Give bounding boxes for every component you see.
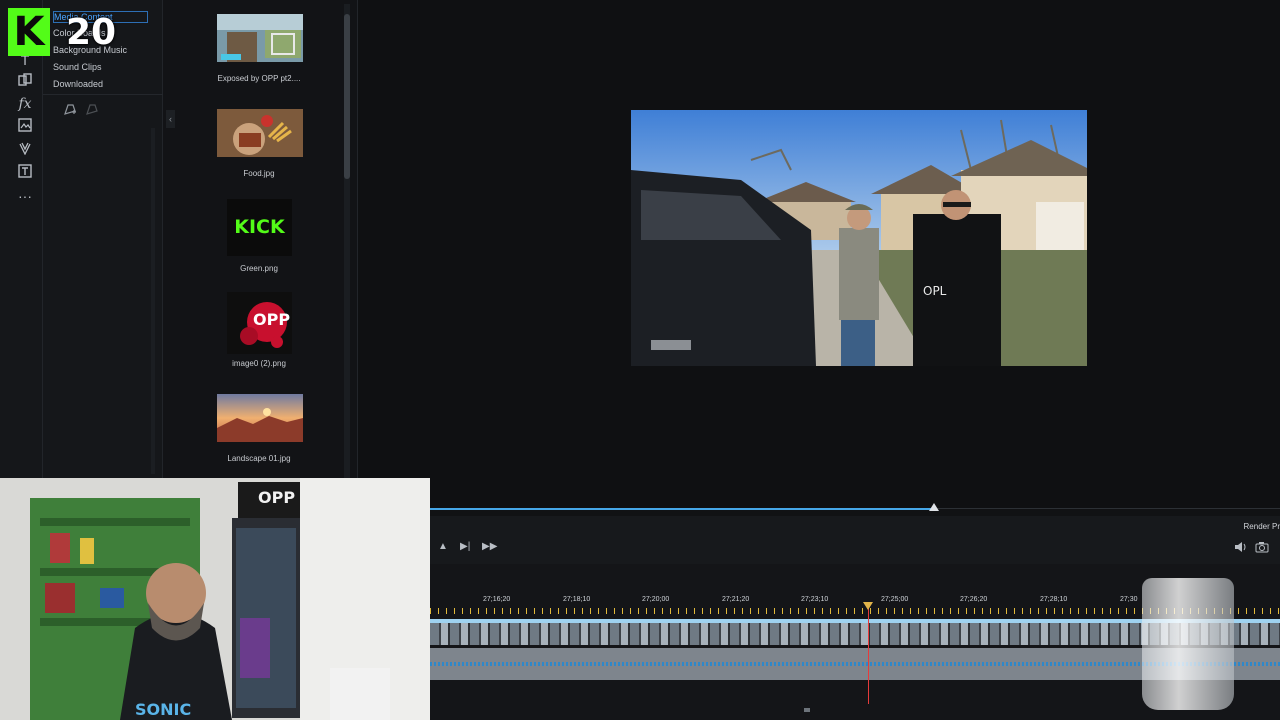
media-thumb-food[interactable] [217, 109, 303, 157]
media-label: image0 (2).png [232, 359, 286, 368]
media-thumb-green[interactable]: KICK [227, 199, 292, 256]
next-frame-icon[interactable]: ▶| [460, 541, 470, 552]
timecode-label: 27;26;20 [960, 596, 988, 603]
timecode-label: 27;18;10 [563, 596, 591, 603]
timecode-label: 27;28;10 [1040, 596, 1068, 603]
more-icon[interactable]: ··· [14, 186, 36, 206]
opp-logo-text: OPP [253, 310, 291, 329]
media-thumb-landscape[interactable] [217, 394, 303, 442]
kick-logo-icon: K [8, 8, 50, 56]
preview-scrub-track[interactable] [934, 508, 1280, 509]
particle-icon[interactable] [14, 140, 36, 160]
media-label: Food.jpg [243, 169, 275, 178]
snapshot-icon[interactable] [1255, 541, 1269, 556]
timecode-label: 27;30 [1120, 596, 1138, 603]
media-thumb-image0[interactable]: OPP [227, 292, 292, 354]
kick-follower-badge: K 20 [8, 8, 123, 56]
collapse-panel-button[interactable]: ‹ [166, 110, 175, 128]
media-label: Landscape 01.jpg [227, 454, 291, 463]
svg-text:OPL: OPL [923, 284, 947, 298]
timeline-playhead[interactable] [868, 608, 869, 704]
overlay-icon[interactable] [14, 117, 36, 137]
title-icon[interactable] [14, 163, 36, 183]
category-scrollbar[interactable] [151, 128, 155, 474]
follower-count: 20 [66, 12, 117, 53]
timeline-toolbar: Render Pr ▲ ▶| ▶▶ [430, 516, 1280, 564]
opp-sign-text: OPP [258, 488, 296, 507]
fx-icon[interactable]: fx [14, 94, 36, 114]
preview-scrub-progress[interactable] [430, 508, 934, 510]
add-tag-icon[interactable] [63, 102, 77, 119]
kick-logo-text: KICK [234, 216, 285, 238]
room-rail: T fx ··· [0, 0, 43, 478]
media-thumb-exposed-video[interactable] [217, 14, 303, 62]
volume-icon[interactable] [1234, 541, 1248, 556]
video-editor-window: T fx ··· Media Content Color Boards Back… [0, 0, 1280, 720]
shirt-text: SONIC [135, 700, 192, 719]
remove-tag-icon[interactable] [85, 102, 99, 119]
timecode-label: 27;23;10 [801, 596, 829, 603]
timecode-label: 27;20;00 [642, 596, 670, 603]
transition-icon[interactable] [14, 72, 36, 92]
library-category-list: Media Content Color Boards Background Mu… [43, 0, 163, 478]
media-label: Green.png [240, 264, 278, 273]
media-scrollbar-thumb[interactable] [344, 14, 350, 179]
media-label: Exposed by OPP pt2.... [217, 74, 301, 83]
preview-scrub-handle[interactable] [929, 503, 939, 511]
media-scrollbar[interactable] [344, 4, 350, 478]
preview-window: OPL [358, 0, 1280, 508]
fast-forward-icon[interactable]: ▶▶ [482, 541, 497, 552]
timeline-scroll-thumb[interactable] [804, 708, 810, 712]
glass-overlay [1142, 578, 1234, 710]
webcam-overlay: SONIC OPP [0, 478, 430, 720]
media-library-panel: ‹ Exposed by OPP pt2.... Food.jpg KICK G… [163, 0, 358, 478]
timecode-label: 27;16;20 [483, 596, 511, 603]
timecode-label: 27;25;00 [881, 596, 909, 603]
category-sound-clips[interactable]: Sound Clips [53, 62, 102, 72]
category-divider [43, 94, 163, 95]
marker-icon[interactable]: ▲ [438, 541, 448, 552]
timecode-label: 27;21;20 [722, 596, 750, 603]
render-preview-button[interactable]: Render Pr [1244, 522, 1280, 531]
preview-video-frame[interactable]: OPL [631, 110, 1087, 366]
category-downloaded[interactable]: Downloaded [53, 79, 103, 89]
